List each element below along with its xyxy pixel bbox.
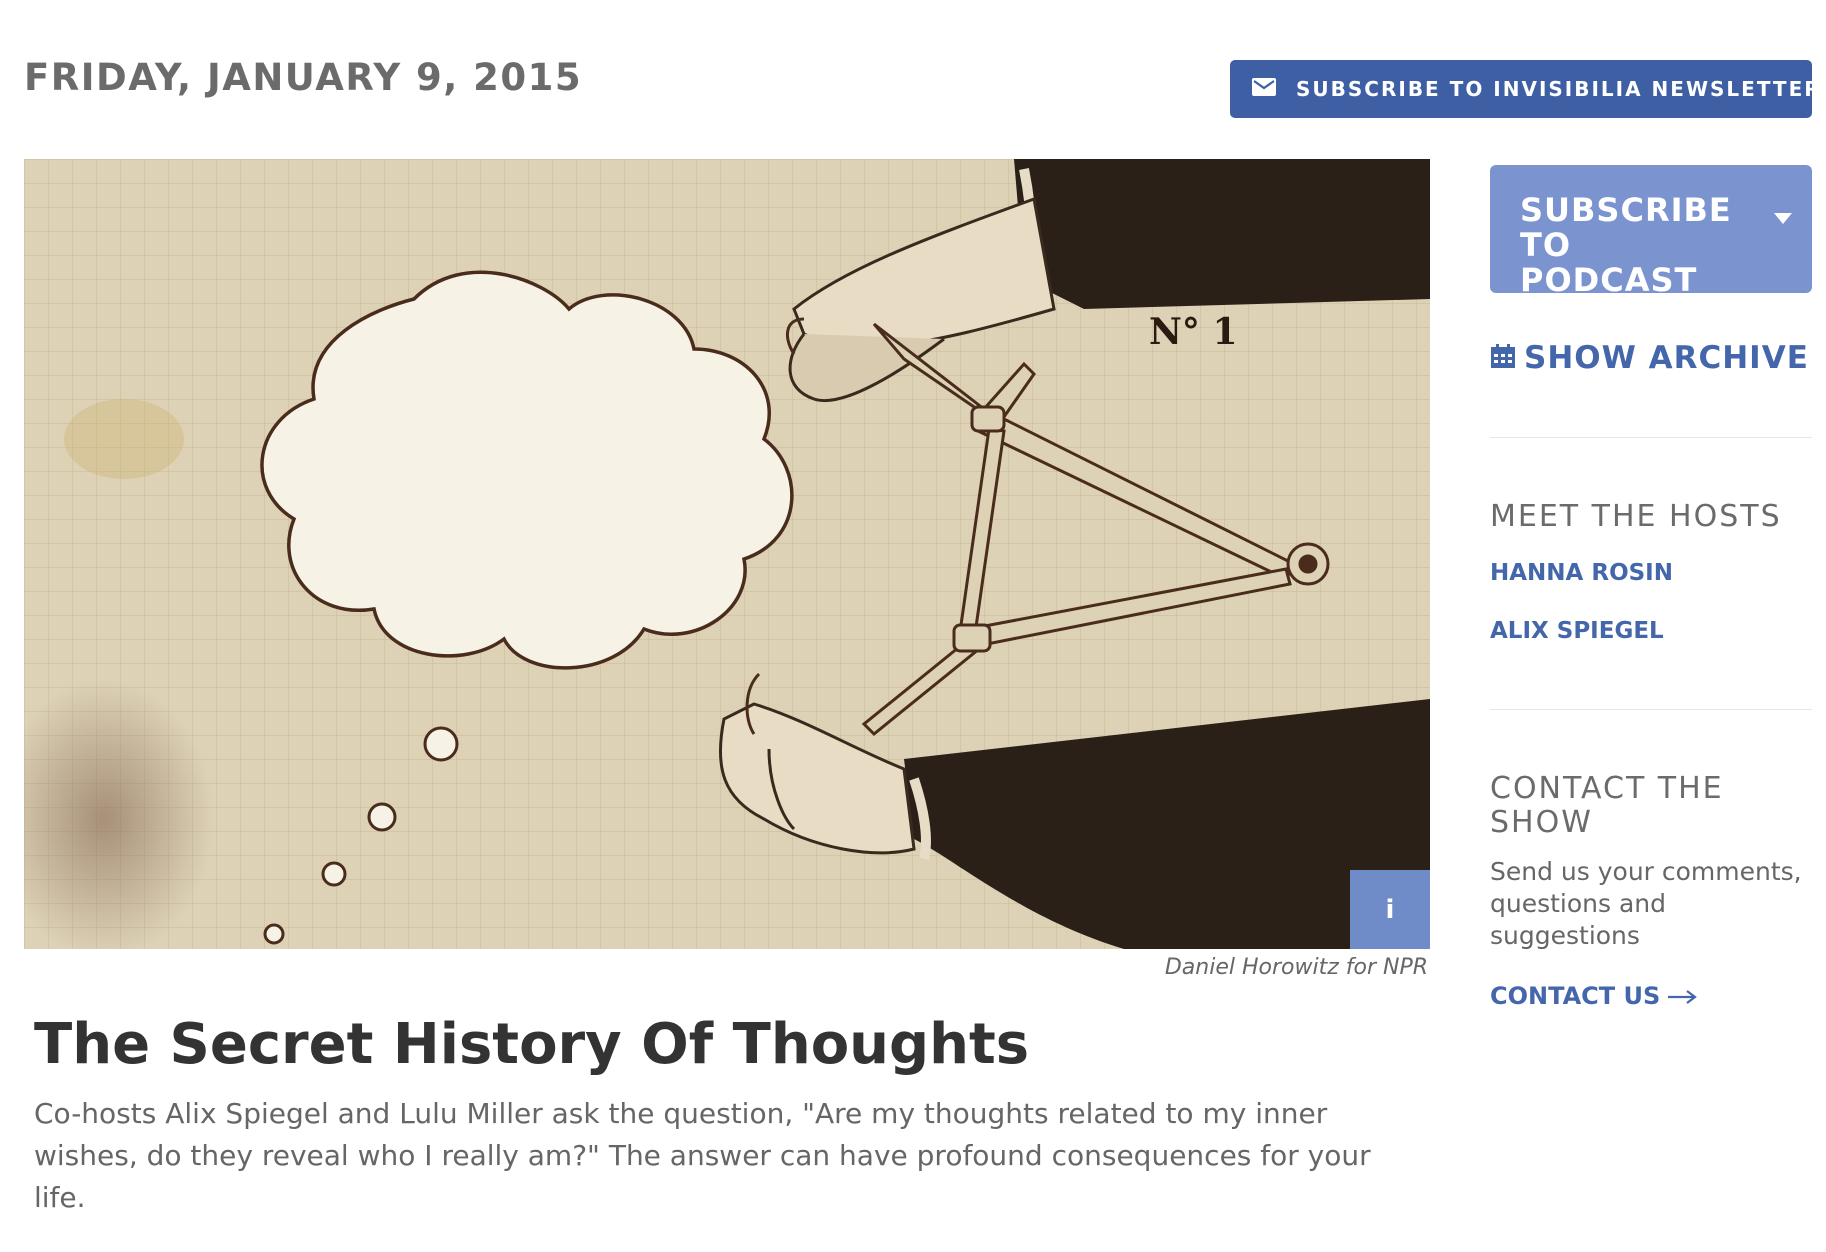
article-title[interactable]: The Secret History Of Thoughts [34,1012,1029,1077]
subscribe-podcast-button[interactable]: SUBSCRIBE TO PODCAST [1490,165,1812,298]
caret-down-icon [1774,210,1792,229]
contact-us-link[interactable]: CONTACT US [1490,982,1698,1010]
subscribe-podcast-label: SUBSCRIBE TO PODCAST [1520,191,1732,299]
show-archive-link[interactable]: SHOW ARCHIVE [1490,340,1809,376]
plate-number-label: N° 1 [1149,311,1238,353]
article-teaser: Co-hosts Alix Spiegel and Lulu Miller as… [34,1097,1371,1214]
sidebar-divider [1490,437,1812,438]
contact-us-label: CONTACT US [1490,982,1661,1010]
subscribe-newsletter-button[interactable]: SUBSCRIBE TO INVISIBILIA NEWSLETTER [1230,60,1820,118]
sidebar-divider [1490,709,1812,710]
image-credit: Daniel Horowitz for NPR [1164,955,1428,980]
meet-the-hosts-heading: MEET THE HOSTS [1490,499,1782,534]
arrow-right-icon [1668,982,1698,1010]
host-link-alix-spiegel[interactable]: ALIX SPIEGEL [1490,618,1664,644]
show-archive-label: SHOW ARCHIVE [1524,340,1809,376]
contact-the-show-heading: CONTACT THE SHOW [1490,771,1724,840]
subscribe-newsletter-label: SUBSCRIBE TO INVISIBILIA NEWSLETTER [1296,77,1822,101]
contact-description: Send us your comments, questions and sug… [1490,857,1802,950]
article-image: N° 1 [24,159,1430,949]
calendar-icon [1490,343,1516,373]
envelope-icon [1252,78,1276,100]
host-link-hanna-rosin[interactable]: HANNA ROSIN [1490,560,1673,586]
page-date: FRIDAY, JANUARY 9, 2015 [24,56,583,99]
image-info-button[interactable]: i [1350,870,1430,949]
